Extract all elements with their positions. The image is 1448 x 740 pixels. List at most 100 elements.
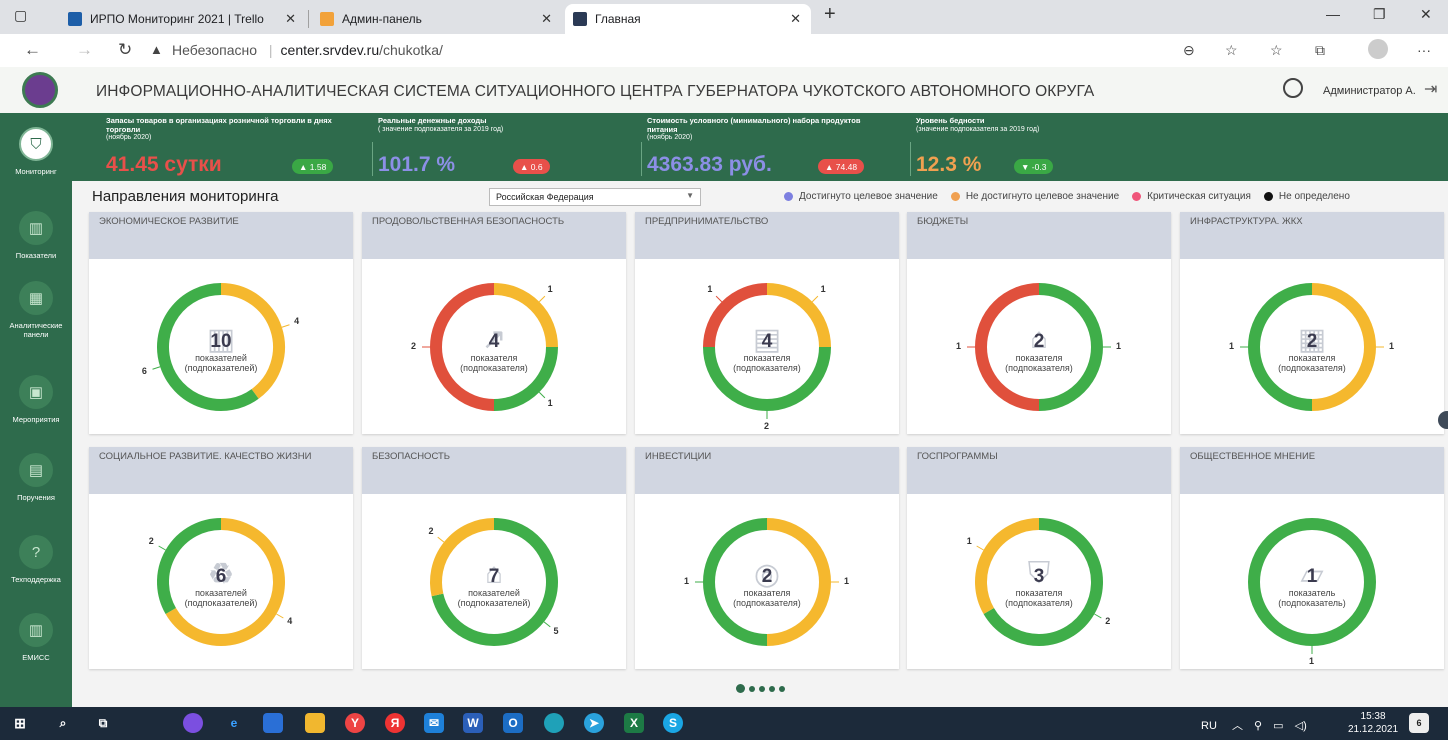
forward-arrow-icon[interactable]: →: [76, 40, 93, 60]
sidebar-item-4[interactable]: ▣ Мероприятия: [0, 375, 72, 424]
zoom-icon[interactable]: ⊖: [1183, 42, 1195, 59]
yandex-icon[interactable]: Я: [385, 713, 405, 733]
user-name[interactable]: Администратор А.: [1323, 85, 1416, 97]
kpi-change-badge: ▲ 0.6: [513, 159, 550, 174]
segment-value-label: 2: [428, 526, 434, 537]
kpi-card[interactable]: Уровень бедности (значение подпоказателя …: [916, 116, 1151, 176]
coat-of-arms-logo[interactable]: [22, 72, 58, 108]
monitoring-card[interactable]: СОЦИАЛЬНОЕ РАЗВИТИЕ. КАЧЕСТВО ЖИЗНИ 4 2 ♻ 6 п…: [89, 447, 353, 669]
excel-icon[interactable]: X: [624, 713, 644, 733]
url-field[interactable]: Небезопасно | center.srvdev.ru/chukotka/: [172, 42, 443, 58]
close-tab-icon[interactable]: ✕: [285, 11, 296, 27]
pager-dot[interactable]: [749, 685, 755, 692]
close-tab-icon[interactable]: ✕: [541, 11, 552, 27]
read-aloud-icon[interactable]: ☆: [1225, 42, 1238, 59]
sidebar-item-label: ЕМИСС: [22, 653, 50, 662]
skype-icon[interactable]: S: [663, 713, 683, 733]
monitoring-card[interactable]: ГОСПРОГРАММЫ 2 1 ⛉ 3 показателя (подпоказателя…: [907, 447, 1171, 669]
monitoring-card[interactable]: ПРЕДПРИНИМАТЕЛЬСТВО 1 2 1 ▤ 4 показателя (подпо…: [635, 212, 899, 434]
battery-icon[interactable]: ▭: [1273, 720, 1283, 732]
task-view-icon[interactable]: ⧉: [93, 713, 113, 733]
language-indicator[interactable]: RU: [1201, 720, 1217, 732]
leader-line: [276, 613, 284, 619]
pager-dot[interactable]: [769, 685, 775, 692]
ie-icon[interactable]: e: [224, 713, 244, 733]
browser-tab-main[interactable]: Главная ✕: [565, 4, 811, 34]
kpi-card[interactable]: Запасы товаров в организациях розничной …: [106, 116, 341, 176]
new-tab-button[interactable]: +: [824, 3, 836, 26]
tray-expand-icon[interactable]: ︿: [1232, 720, 1243, 732]
monitoring-card[interactable]: ПРОДОВОЛЬСТВЕННАЯ БЕЗОПАСНОСТЬ 1 1 2 ↗ 4 показ…: [362, 212, 626, 434]
calendar-icon: ▣: [19, 375, 53, 409]
chevron-down-icon: ▼: [686, 191, 694, 200]
reload-icon[interactable]: ↻: [118, 40, 132, 60]
more-menu-icon[interactable]: ···: [1417, 42, 1431, 58]
warning-icon[interactable]: ▲: [150, 42, 163, 57]
sidebar-item-5[interactable]: ▤ Поручения: [0, 453, 72, 502]
window-close-icon[interactable]: ✕: [1420, 6, 1432, 23]
outlook-icon[interactable]: O: [503, 713, 523, 733]
sidebar-item-label: Аналитические панели: [9, 321, 63, 339]
telegram-icon[interactable]: ➤: [584, 713, 604, 733]
volume-icon[interactable]: ◁): [1295, 720, 1307, 732]
start-icon[interactable]: ⊞: [10, 713, 30, 733]
mail-icon[interactable]: ✉: [424, 713, 444, 733]
indicator-label: показателя: [743, 353, 791, 363]
monitoring-card[interactable]: ИНФРАСТРУКТУРА. ЖКХ 1 1 ▦ 2 показателя (подпок…: [1180, 212, 1444, 434]
kpi-title: Реальные денежные доходы: [378, 116, 487, 125]
word-icon[interactable]: W: [463, 713, 483, 733]
app-icon[interactable]: [183, 713, 203, 733]
sidebar-item-label: Поручения: [17, 493, 55, 502]
region-select[interactable]: Российская Федерация ▼: [489, 188, 701, 206]
search-icon[interactable]: ⌕: [53, 713, 73, 733]
app-header: ИНФОРМАЦИОННО-АНАЛИТИЧЕСКАЯ СИСТЕМА СИТУ…: [0, 67, 1448, 114]
sidebar-item-7[interactable]: ▥ ЕМИСС: [0, 613, 72, 662]
store-icon[interactable]: [263, 713, 283, 733]
indicator-count: 10: [210, 331, 232, 352]
minimize-icon[interactable]: —: [1326, 6, 1340, 22]
sidebar-item-1[interactable]: ⛉ Мониторинг: [0, 127, 72, 176]
user-icon[interactable]: [1283, 78, 1303, 98]
sidebar-item-3[interactable]: ▦ Аналитические панели: [0, 281, 72, 339]
leader-line: [715, 295, 723, 303]
kpi-period: (ноябрь 2020): [647, 134, 693, 141]
browser-tab-admin[interactable]: Админ-панель ✕: [312, 4, 562, 34]
monitoring-card[interactable]: БЮДЖЕТЫ 1 1 ⌂ 2 показателя (подпоказателя): [907, 212, 1171, 434]
sidebar-item-label: Мероприятия: [12, 415, 60, 424]
indicator-sublabel: (подпоказателя): [1005, 363, 1073, 373]
restore-icon[interactable]: ❐: [1373, 6, 1386, 23]
collections-icon[interactable]: ⧉: [1315, 42, 1325, 59]
sidebar-item-6[interactable]: ? Техподдержка: [0, 535, 72, 584]
close-tab-icon[interactable]: ✕: [790, 11, 801, 27]
usb-icon[interactable]: ⚲: [1254, 720, 1262, 732]
kpi-card[interactable]: Стоимость условного (минимального) набор…: [647, 116, 882, 176]
leader-line: [811, 295, 819, 303]
monitoring-card[interactable]: ИНВЕСТИЦИИ 1 1 ◎ 2 показателя (подпоказателя): [635, 447, 899, 669]
clock[interactable]: 15:38 21.12.2021: [1348, 710, 1398, 736]
legend-dot: [1132, 192, 1142, 201]
back-arrow-icon[interactable]: ←: [24, 40, 41, 60]
folder-icon[interactable]: [305, 713, 325, 733]
browser-tab-trello[interactable]: ИРПО Мониторинг 2021 | Trello ✕: [60, 4, 306, 34]
indicator-count: 2: [1306, 331, 1318, 352]
logout-icon[interactable]: ⇥: [1424, 79, 1437, 99]
pager-dot[interactable]: [779, 685, 785, 692]
monitoring-card[interactable]: БЕЗОПАСНОСТЬ 5 2 ⌂ 7 показателей (подпоказател…: [362, 447, 626, 669]
monitoring-card[interactable]: ЭКОНОМИЧЕСКОЕ РАЗВИТИЕ 4 6 ▥ 10 показателей (п…: [89, 212, 353, 434]
monitoring-card[interactable]: ОБЩЕСТВЕННОЕ МНЕНИЕ 1 ▱ 1 показатель (подпока…: [1180, 447, 1444, 669]
segment-value-label: 2: [148, 536, 154, 546]
kpi-card[interactable]: Реальные денежные доходы( значение подпо…: [378, 116, 613, 176]
leader-line: [543, 621, 551, 628]
kpi-value: 4363.83 руб.: [647, 153, 772, 176]
favorites-icon[interactable]: ☆: [1270, 42, 1283, 59]
pager-dot[interactable]: [736, 684, 745, 693]
sidebar-item-2[interactable]: ▥ Показатели: [0, 211, 72, 260]
tab-actions-icon[interactable]: ▢: [14, 7, 27, 24]
trello-icon: [68, 12, 82, 26]
yandex-browser-icon[interactable]: Y: [345, 713, 365, 733]
kpi-change-badge: ▼ -0.3: [1014, 159, 1054, 174]
pager-dot[interactable]: [759, 685, 765, 692]
profile-avatar[interactable]: [1368, 39, 1388, 59]
edge-icon[interactable]: [544, 713, 564, 733]
notification-badge[interactable]: 6: [1409, 713, 1429, 733]
